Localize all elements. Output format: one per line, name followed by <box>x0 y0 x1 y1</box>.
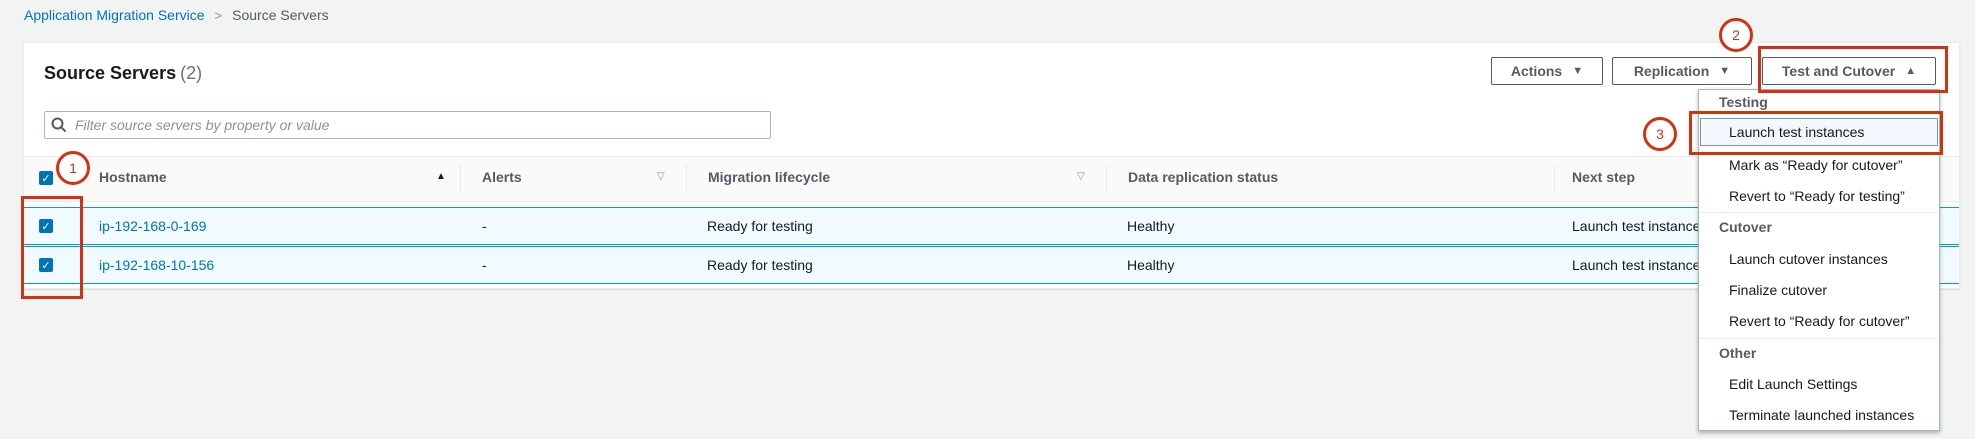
menu-divider <box>1699 338 1939 339</box>
next-step-cell: Launch test instances <box>1572 257 1708 273</box>
select-all-checkbox[interactable]: ✓ <box>39 171 53 185</box>
actions-label: Actions <box>1510 63 1563 79</box>
server-count: (2) <box>180 63 203 83</box>
menu-group-other: Other <box>1719 345 1757 361</box>
panel-title-text: Source Servers <box>44 63 177 83</box>
sort-icon[interactable]: ▽ <box>657 171 665 182</box>
hostname-link[interactable]: ip-192-168-10-156 <box>99 257 214 273</box>
annotation-box-test-and-cutover <box>1758 46 1948 93</box>
annotation-step-1: 1 <box>56 151 90 185</box>
menu-divider <box>1699 212 1939 213</box>
menu-item-finalize-cutover[interactable]: Finalize cutover <box>1729 282 1827 298</box>
menu-item-edit-launch-settings[interactable]: Edit Launch Settings <box>1729 376 1857 392</box>
search-bar <box>44 111 771 139</box>
search-icon <box>45 117 73 133</box>
annotation-box-checkboxes <box>21 196 83 299</box>
lifecycle-cell: Ready for testing <box>707 218 813 234</box>
menu-item-revert-ready-for-testing[interactable]: Revert to “Ready for testing” <box>1729 188 1905 204</box>
column-header-next-step[interactable]: Next step <box>1572 169 1635 185</box>
menu-item-terminate-launched-instances[interactable]: Terminate launched instances <box>1729 407 1914 423</box>
page-title: Source Servers (2) <box>44 63 202 84</box>
column-divider[interactable] <box>1106 165 1107 193</box>
source-servers-panel: Source Servers (2) Actions ▼ Replication … <box>23 42 1960 289</box>
table-row[interactable]: ✓ ip-192-168-10-156 - Ready for testing … <box>24 246 1959 284</box>
sort-icon[interactable]: ▽ <box>1077 171 1085 182</box>
column-header-migration-lifecycle[interactable]: Migration lifecycle <box>708 169 830 185</box>
column-header-hostname[interactable]: Hostname <box>99 169 167 185</box>
replication-label: Replication <box>1633 63 1710 79</box>
breadcrumb-application-migration-service[interactable]: Application Migration Service <box>24 7 205 23</box>
replication-status-cell: Healthy <box>1127 257 1175 273</box>
alerts-cell: - <box>482 218 487 234</box>
lifecycle-cell: Ready for testing <box>707 257 813 273</box>
breadcrumb-current-page: Source Servers <box>232 7 329 23</box>
annotation-step-3: 3 <box>1643 117 1677 151</box>
annotation-step-2: 2 <box>1719 18 1753 52</box>
caret-down-icon: ▼ <box>1572 65 1584 77</box>
table-row[interactable]: ✓ ip-192-168-0-169 - Ready for testing H… <box>24 207 1959 245</box>
menu-group-cutover: Cutover <box>1719 219 1772 235</box>
menu-group-testing: Testing <box>1719 94 1768 110</box>
menu-item-revert-ready-for-cutover[interactable]: Revert to “Ready for cutover” <box>1729 313 1910 329</box>
menu-item-mark-ready-for-cutover[interactable]: Mark as “Ready for cutover” <box>1729 157 1903 173</box>
replication-status-cell: Healthy <box>1127 218 1175 234</box>
next-step-cell: Launch test instances <box>1572 218 1708 234</box>
column-header-data-replication-status[interactable]: Data replication status <box>1128 169 1278 185</box>
chevron-right-icon: > <box>214 7 223 23</box>
search-input[interactable] <box>73 116 757 134</box>
column-divider[interactable] <box>686 165 687 193</box>
caret-down-icon: ▼ <box>1719 65 1731 77</box>
sort-ascending-icon[interactable]: ▲ <box>436 171 446 182</box>
replication-button[interactable]: Replication ▼ <box>1612 57 1752 85</box>
alerts-cell: - <box>482 257 487 273</box>
column-divider[interactable] <box>1554 165 1555 193</box>
annotation-box-launch-test-instances <box>1689 111 1943 155</box>
table-header: ✓ Hostname ▲ Alerts ▽ Migration lifecycl… <box>24 156 1959 202</box>
breadcrumb: Application Migration Service > Source S… <box>24 7 329 23</box>
menu-item-launch-cutover-instances[interactable]: Launch cutover instances <box>1729 251 1888 267</box>
hostname-link[interactable]: ip-192-168-0-169 <box>99 218 206 234</box>
column-divider[interactable] <box>460 165 461 193</box>
column-header-alerts[interactable]: Alerts <box>482 169 522 185</box>
actions-button[interactable]: Actions ▼ <box>1491 57 1603 85</box>
